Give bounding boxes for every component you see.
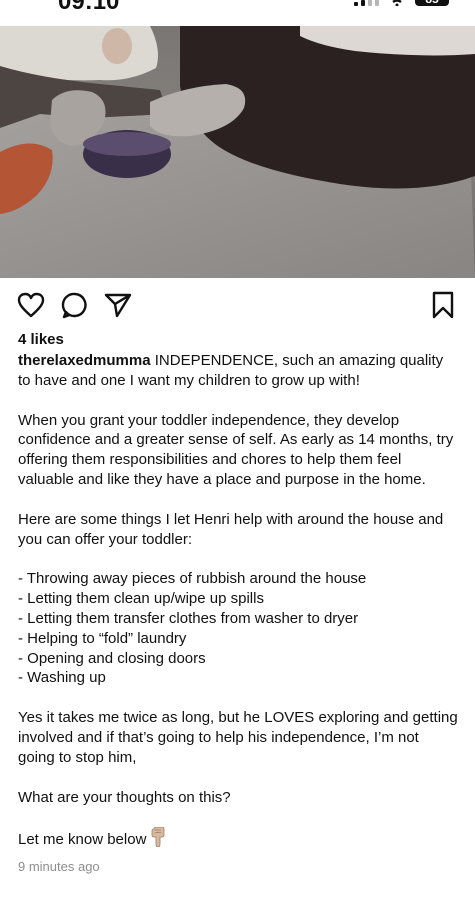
status-time: 09:10 — [58, 0, 120, 15]
photo-illustration — [0, 26, 475, 278]
bookmark-icon[interactable] — [426, 288, 460, 322]
caption-paragraph-5-text: Let me know below — [18, 831, 147, 849]
caption-paragraph-2: Here are some things I let Henri help wi… — [18, 510, 444, 548]
pointing-down-hand-icon — [150, 826, 166, 853]
username[interactable]: therelaxedmumma — [18, 352, 151, 369]
list-item: - Opening and closing doors — [18, 649, 206, 667]
send-icon[interactable] — [101, 288, 135, 322]
list-item: - Letting them transfer clothes from was… — [18, 609, 359, 627]
caption-paragraph-3: Yes it takes me twice as long, but he LO… — [18, 709, 458, 766]
post-image[interactable] — [0, 26, 475, 278]
battery-level: 85 — [425, 0, 438, 6]
comment-icon[interactable] — [58, 288, 92, 322]
caption-paragraph-4: What are your thoughts on this? — [18, 788, 231, 806]
caption-paragraph-1: When you grant your toddler independence… — [18, 411, 454, 488]
heart-icon[interactable] — [14, 288, 48, 322]
caption-intro: therelaxedmumma INDEPENDENCE, such an am… — [18, 351, 458, 391]
like-count[interactable]: 4 likes — [18, 331, 64, 348]
status-indicators: 85 — [354, 0, 449, 6]
caption-paragraph-5: Let me know below — [18, 826, 458, 853]
list-item: - Helping to “fold” laundry — [18, 629, 187, 647]
wifi-icon — [392, 0, 402, 6]
post-action-bar — [0, 288, 475, 324]
post-caption: therelaxedmumma INDEPENDENCE, such an am… — [18, 351, 458, 853]
list-item: - Throwing away pieces of rubbish around… — [18, 570, 367, 588]
signal-icon — [354, 0, 379, 6]
post-timestamp: 9 minutes ago — [18, 859, 100, 874]
list-item: - Washing up — [18, 669, 106, 687]
list-item: - Letting them clean up/wipe up spills — [18, 590, 264, 608]
status-bar: 09:10 85 — [0, 0, 475, 26]
battery-icon: 85 — [415, 0, 449, 6]
